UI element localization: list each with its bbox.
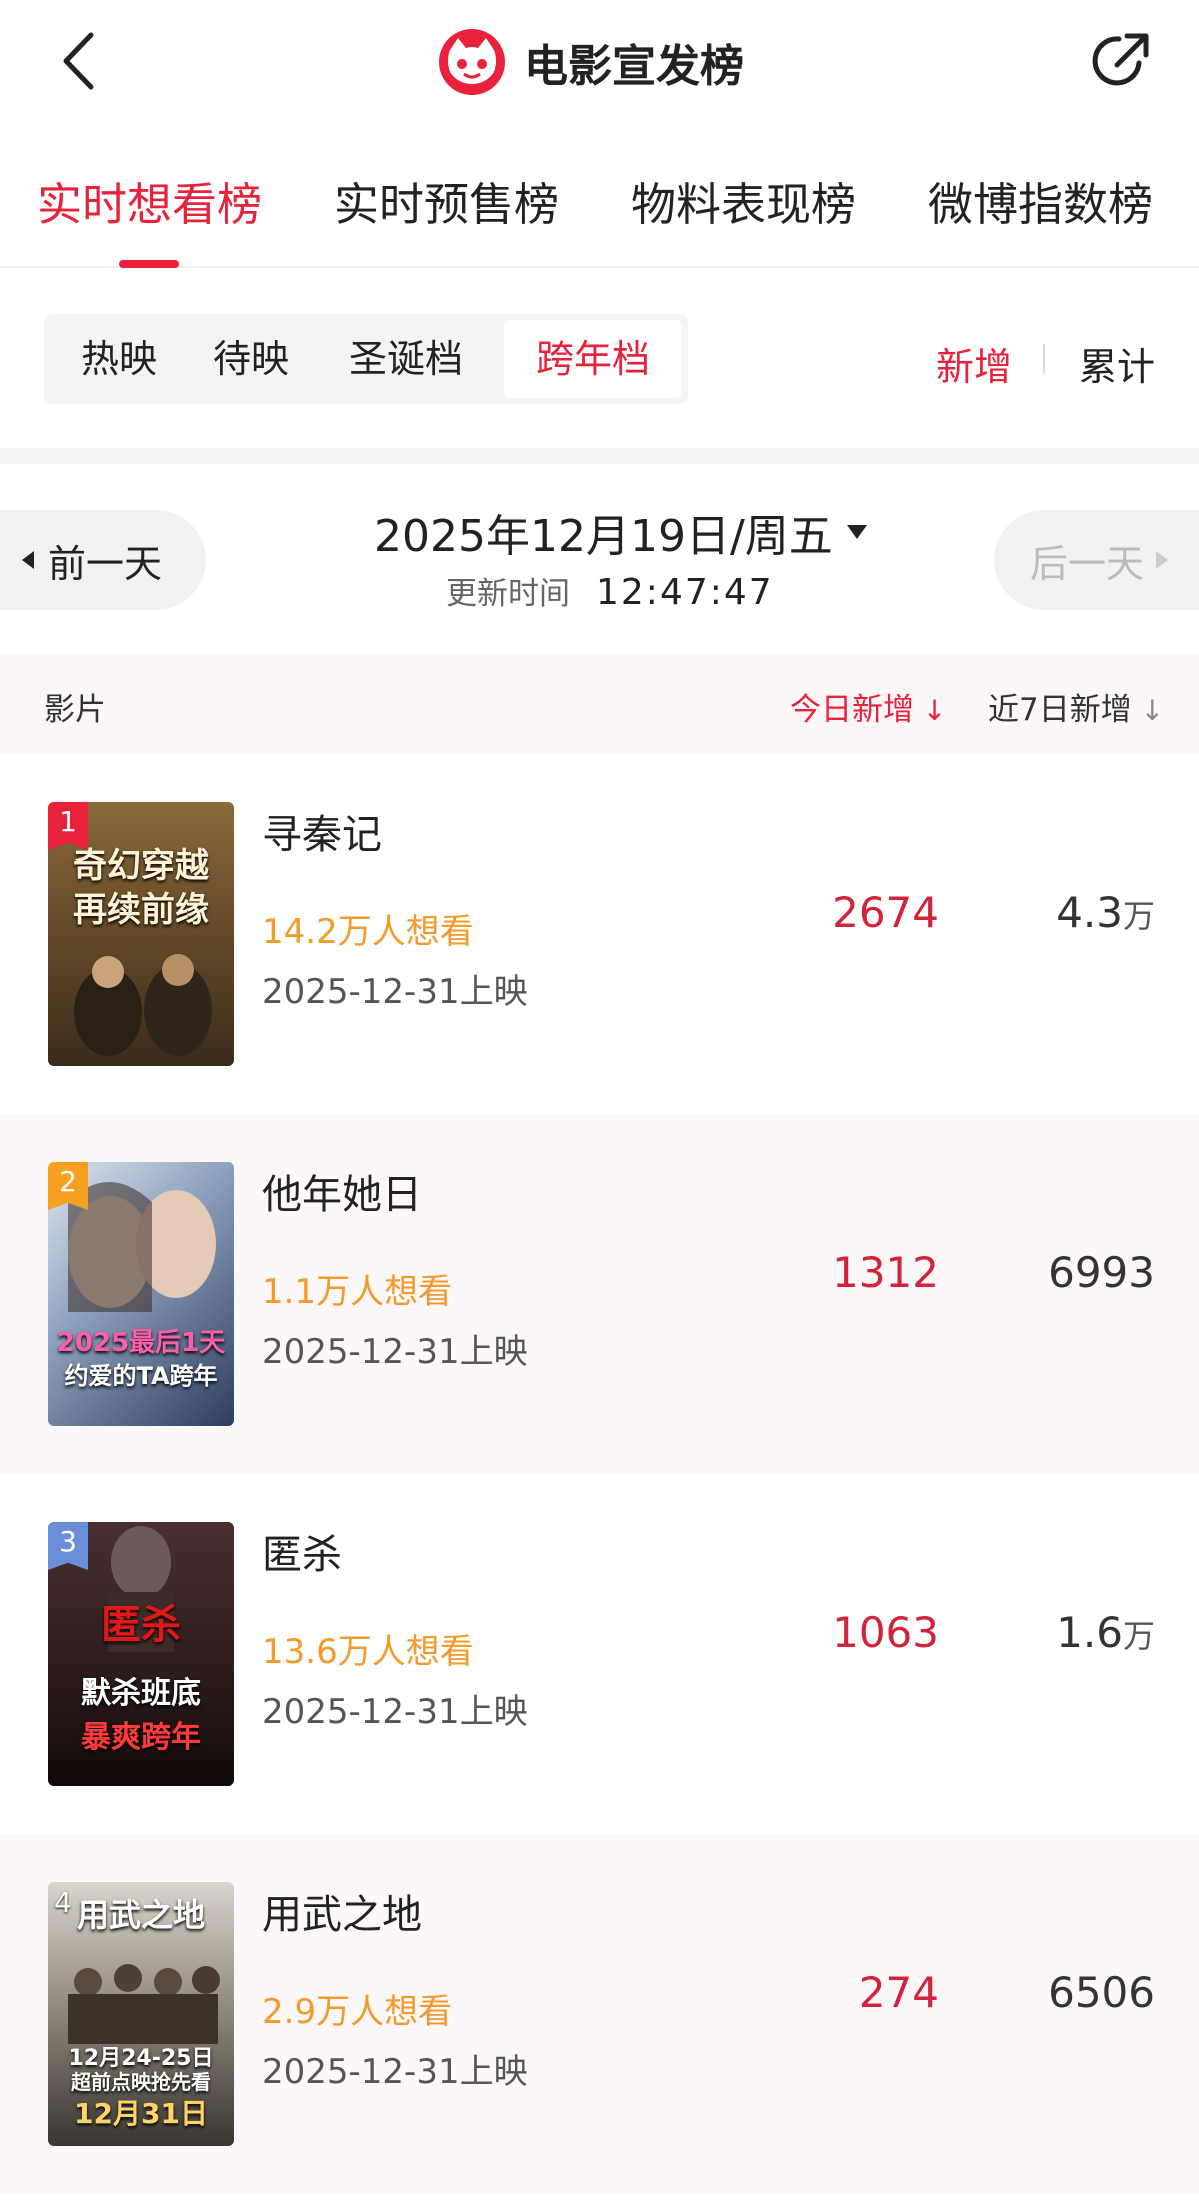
date-picker[interactable]: 2025年12月19日/周五 <box>374 500 867 564</box>
tab-realtime-presale[interactable]: 实时预售榜 <box>334 168 559 233</box>
prev-day-button[interactable]: 前一天 <box>0 510 206 610</box>
week-new-value: 6993 <box>1048 1248 1155 1297</box>
want-count: 14.2万人想看 <box>262 912 474 952</box>
want-count: 13.6万人想看 <box>262 1632 474 1672</box>
want-count: 1.1万人想看 <box>262 1272 453 1312</box>
rank-number: 4 <box>54 1886 72 1919</box>
season-filter: 热映 待映 圣诞档 跨年档 <box>44 314 688 404</box>
today-new-value: 2674 <box>832 888 939 937</box>
table-row[interactable]: 奇幻穿越 再续前缘 1 寻秦记 14.2万人想看 2025-12-31上映 26… <box>0 754 1199 1114</box>
mode-total-toggle[interactable]: 累计 <box>1079 336 1155 391</box>
poster-tagline: 约爱的TA跨年 <box>64 1362 218 1390</box>
mode-new-toggle[interactable]: 新增 <box>936 336 1012 391</box>
week-new-value: 6506 <box>1048 1968 1155 2017</box>
top-bar: 电影宣发榜 <box>0 0 1199 122</box>
next-day-label: 后一天 <box>1030 541 1145 586</box>
movie-poster[interactable]: 匿杀 默杀班底 暴爽跨年 3 <box>48 1522 234 1786</box>
active-tab-indicator <box>119 260 179 268</box>
movie-poster[interactable]: 奇幻穿越 再续前缘 1 <box>48 802 234 1066</box>
title-group: 电影宣发榜 <box>438 26 744 98</box>
poster-tagline: 再续前缘 <box>73 890 209 930</box>
filter-upcoming[interactable]: 待映 <box>176 314 326 404</box>
date-label: 2025年12月19日/周五 <box>374 511 833 562</box>
column-week-new[interactable]: 近7日新增 ↓ <box>988 684 1164 729</box>
tab-material-performance[interactable]: 物料表现榜 <box>631 168 856 233</box>
want-count: 2.9万人想看 <box>262 1992 453 2032</box>
section-divider <box>0 448 1199 464</box>
poster-tagline: 12月31日 <box>74 2097 208 2130</box>
film-title[interactable]: 用武之地 <box>262 1882 422 1940</box>
rank-badge: 1 <box>48 802 88 850</box>
today-new-value: 1063 <box>832 1608 939 1657</box>
filter-christmas[interactable]: 圣诞档 <box>316 314 496 404</box>
release-date: 2025-12-31上映 <box>262 972 528 1012</box>
toggle-divider <box>1043 344 1045 374</box>
movie-poster[interactable]: 2025最后1天 约爱的TA跨年 2 <box>48 1162 234 1426</box>
prev-day-label: 前一天 <box>48 541 163 586</box>
film-title[interactable]: 匿杀 <box>262 1522 342 1580</box>
sort-down-icon: ↓ <box>1131 694 1165 727</box>
page-title: 电影宣发榜 <box>524 41 744 92</box>
update-time-row: 更新时间 12:47:47 <box>446 568 774 613</box>
release-date: 2025-12-31上映 <box>262 2052 528 2092</box>
ranking-tabs: 实时想看榜 实时预售榜 物料表现榜 微博指数榜 <box>0 122 1199 268</box>
week-new-value: 4.3万 <box>1056 888 1155 937</box>
today-new-value: 274 <box>858 1968 939 2017</box>
column-film: 影片 <box>44 692 106 728</box>
today-new-value: 1312 <box>832 1248 939 1297</box>
table-row[interactable]: 用武之地 12月24-25日 超前点映抢先看 12月31日 4 用武之地 2.9… <box>0 1834 1199 2194</box>
movie-poster[interactable]: 用武之地 12月24-25日 超前点映抢先看 12月31日 4 <box>48 1882 234 2146</box>
chevron-left-icon <box>63 32 94 90</box>
film-title[interactable]: 他年她日 <box>262 1162 422 1220</box>
share-icon <box>1092 33 1149 86</box>
poster-title: 用武之地 <box>76 1896 205 1934</box>
update-time-value: 12:47:47 <box>596 572 774 613</box>
poster-tagline: 暴爽跨年 <box>81 1720 201 1755</box>
next-day-button[interactable]: 后一天 <box>994 510 1199 610</box>
poster-tagline: 2025最后1天 <box>56 1328 226 1358</box>
sort-down-icon: ↓ <box>914 694 947 727</box>
table-row[interactable]: 匿杀 默杀班底 暴爽跨年 3 匿杀 13.6万人想看 2025-12-31上映 … <box>0 1474 1199 1834</box>
maoyan-cat-logo-icon <box>439 29 505 95</box>
caret-down-icon <box>846 525 867 539</box>
filter-new-year[interactable]: 跨年档 <box>504 320 682 398</box>
tab-weibo-index[interactable]: 微博指数榜 <box>928 168 1153 233</box>
share-button[interactable] <box>1086 24 1156 98</box>
update-time-label: 更新时间 <box>446 576 570 612</box>
release-date: 2025-12-31上映 <box>262 1692 528 1732</box>
filter-now-showing[interactable]: 热映 <box>44 314 194 404</box>
back-button[interactable] <box>48 26 108 96</box>
release-date: 2025-12-31上映 <box>262 1332 528 1372</box>
table-header: 影片 今日新增 ↓ 近7日新增 ↓ <box>0 654 1199 754</box>
triangle-left-icon <box>22 551 34 569</box>
tab-realtime-want[interactable]: 实时想看榜 <box>37 168 262 233</box>
week-new-value: 1.6万 <box>1056 1608 1155 1657</box>
poster-tagline: 默杀班底 <box>81 1676 201 1711</box>
column-today-new[interactable]: 今日新增 ↓ <box>790 684 946 729</box>
poster-title: 匿杀 <box>101 1602 181 1648</box>
poster-tagline: 超前点映抢先看 <box>71 2070 211 2094</box>
triangle-right-icon <box>1156 551 1169 569</box>
table-row[interactable]: 2025最后1天 约爱的TA跨年 2 他年她日 1.1万人想看 2025-12-… <box>0 1114 1199 1474</box>
film-title[interactable]: 寻秦记 <box>262 802 382 860</box>
